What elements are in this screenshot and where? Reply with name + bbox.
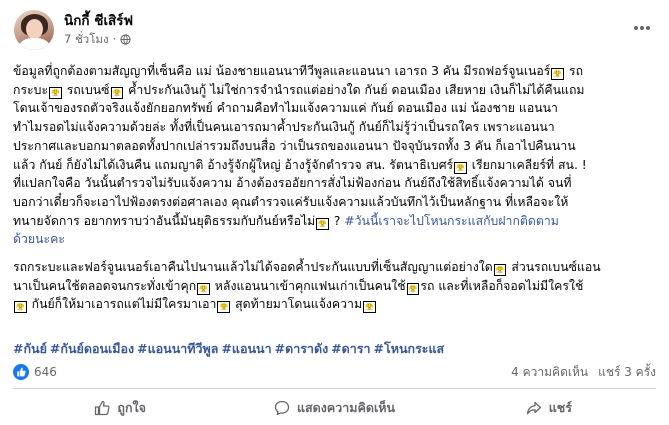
like-label: ถูกใจ [117,400,146,415]
post-paragraph: ข้อมูลที่ถูกต้องตามสัญญาที่เซ็นคือ แม่ น… [13,62,656,249]
emoji-icon: 😤 [217,301,231,314]
engagement-counts: 4 ความคิดเห็น แชร์ 3 ครั้ง [501,363,656,382]
post-text: เรียกมาเคลียร์ที่ สน. ! [467,157,587,172]
text-line: ด้วยนะคะ [13,230,656,249]
post-text: ทำไมรอดไม่แจ้งความด้วยล่ะ ทั้งที่เป็นคนเ… [13,120,555,135]
post-paragraph: รถกระบะและฟอร์จูนเนอร์เอาคืนไปนานแล้วไม่… [13,258,656,314]
post-text: กระบะ [13,82,49,97]
text-line: แล้ว กันย์ ก็ยังไม่ได้เงินคืน แถมญาติ อ้… [13,156,656,175]
text-line: นาเป็นคนใช้ตลอดจนกระทั่งเข้าคุก 😤 หลังแอน… [13,277,656,296]
thumbs-up-icon [95,400,110,416]
hashtag-link[interactable]: #ดาราดัง [275,341,329,356]
reaction-stats: 646 4 ความคิดเห็น แชร์ 3 ครั้ง [13,364,656,380]
action-bar: ถูกใจ แสดงความคิดเห็น แชร์ [13,394,656,422]
meta-separator: · [112,32,117,46]
comment-count[interactable]: 4 ความคิดเห็น [511,363,588,382]
text-line: ประกาศและบอกมาตลอดทั้งปากเปล่ารวมถึงบนสื… [13,137,656,156]
share-button[interactable]: แชร์ [442,394,656,422]
hashtag-link[interactable]: #วันนี้เราจะไปโหนกระแสกับฝากติดตาม [344,214,559,228]
post-text: ประกาศและบอกมาตลอดทั้งปากเปล่ารวมถึงบนสื… [13,138,576,153]
like-button[interactable]: ถูกใจ [13,394,227,422]
divider [13,388,656,389]
emoji-icon: 😤 [493,264,507,277]
text-line: โดนเจ้าของรถตัวจริงแจ้งยักยอกทรัพย์ คำถา… [13,99,656,118]
comment-label: แสดงความคิดเห็น [296,400,396,415]
like-count[interactable]: 646 [34,365,57,379]
hashtag-link[interactable]: #ดารา [331,341,370,356]
post-body: ข้อมูลที่ถูกต้องตามสัญญาที่เซ็นคือ แม่ น… [13,62,656,323]
text-line: ทำไมรอดไม่แจ้งความด้วยล่ะ ทั้งที่เป็นคนเ… [13,118,656,137]
emoji-icon: 😤 [406,282,420,295]
post-text: รถเบนซ์ [62,82,110,97]
hashtag-link[interactable]: #กันย์ดอนเมือง [50,341,134,356]
globe-icon[interactable] [120,34,131,45]
hashtag-link[interactable]: #แอนนาทีวีพูล [137,341,218,356]
hashtag-link[interactable]: #โหนกระแส [374,341,445,356]
post-meta: 7 ชั่วโมง · [64,32,133,47]
like-reaction-icon[interactable] [13,364,29,380]
text-line: ข้อมูลที่ถูกต้องตามสัญญาที่เซ็นคือ แม่ น… [13,62,656,81]
author-name[interactable]: นิกกี้ ชีเสิร์ฟ [64,13,133,30]
hashtag-link[interactable]: #กันย์ [13,341,47,356]
more-options-button[interactable] [629,18,655,38]
facebook-post: นิกกี้ ชีเสิร์ฟ 7 ชั่วโมง · ข้อมูลที่ถูก… [0,0,669,425]
text-line: บอกว่าเดี๋ยวก็จะเอาไปฟ้องตรงต่อศาลเอง คุ… [13,193,656,212]
post-text: รถ และที่เหลือก็จอดไม่มีใครใช้ [420,278,584,293]
emoji-icon: 😤 [49,86,62,99]
post-text: สุดท้ายมาโดนแจ้งความ [231,297,363,312]
post-text: โดนเจ้าของรถตัวจริงแจ้งยักยอกทรัพย์ คำถา… [13,101,558,116]
post-text: แล้ว กันย์ ก็ยังไม่ได้เงินคืน แถมญาติ อ้… [13,157,454,172]
hashtag-list: #กันย์ #กันย์ดอนเมือง #แอนนาทีวีพูล #แอนนา #… [13,339,447,359]
hashtag-link[interactable]: ด้วยนะคะ [13,232,65,246]
emoji-icon: 😤 [551,68,565,80]
emoji-icon: 😤 [316,217,329,230]
share-icon [526,401,541,415]
emoji-icon: 😤 [454,161,467,174]
post-text: กันย์ก็ให้มาเอารถแต่ไม่มีใครมาเอา [27,297,217,312]
text-line: กระบะ 😤 รถเบนซ์ 😤 ค้ำประกันเงินกู้ ไม่ใช่ก… [13,81,656,100]
post-text: ? [329,213,345,228]
hashtag-link[interactable]: #แอนนา [221,341,271,356]
post-text: ข้อมูลที่ถูกต้องตามสัญญาที่เซ็นคือ แม่ น… [13,64,551,78]
emoji-icon: 😤 [110,86,124,99]
post-text: ทนายจัดการ อยากทราบว่าอันนี้มันยุติธรรมก… [13,213,316,228]
comment-icon [274,400,290,416]
post-text: บอกว่าเดี๋ยวก็จะเอาไปฟ้องตรงต่อศาลเอง คุ… [13,194,569,209]
comment-button[interactable]: แสดงความคิดเห็น [227,394,441,422]
post-text: นาเป็นคนใช้ตลอดจนกระทั่งเข้าคุก [13,278,197,293]
post-text: รถ [565,64,584,78]
text-line: ทนายจัดการ อยากทราบว่าอันนี้มันยุติธรรมก… [13,212,656,231]
text-line: 😤 กันย์ก็ให้มาเอารถแต่ไม่มีใครมาเอา 😤 สุด… [13,295,656,314]
avatar[interactable] [14,10,54,50]
text-line: รถกระบะและฟอร์จูนเนอร์เอาคืนไปนานแล้วไม่… [13,258,656,277]
post-time[interactable]: 7 ชั่วโมง [64,32,109,47]
post-text: หลังแอนนาเข้าคุกแฟนเก่าเป็นคนใช้ [210,278,406,293]
author-block: นิกกี้ ชีเสิร์ฟ 7 ชั่วโมง · [64,13,133,47]
post-text: ที่แปลกใจคือ วันนั้นตำรวจไม่รับแจ้งความ … [13,176,572,191]
share-count[interactable]: แชร์ 3 ครั้ง [598,363,656,382]
emoji-icon: 😤 [14,301,27,314]
text-line: ที่แปลกใจคือ วันนั้นตำรวจไม่รับแจ้งความ … [13,174,656,193]
post-text: ค้ำประกันเงินกู้ ไม่ใช่การจำนำรถแต่อย่าง… [124,82,585,97]
post-text: ส่วนรถเบนซ์แอน [507,260,601,275]
emoji-icon: 😤 [363,301,376,314]
post-header: นิกกี้ ชีเสิร์ฟ 7 ชั่วโมง · [14,10,133,50]
post-text: รถกระบะและฟอร์จูนเนอร์เอาคืนไปนานแล้วไม่… [13,260,493,275]
share-label: แชร์ [548,400,572,415]
emoji-icon: 😤 [197,282,210,295]
